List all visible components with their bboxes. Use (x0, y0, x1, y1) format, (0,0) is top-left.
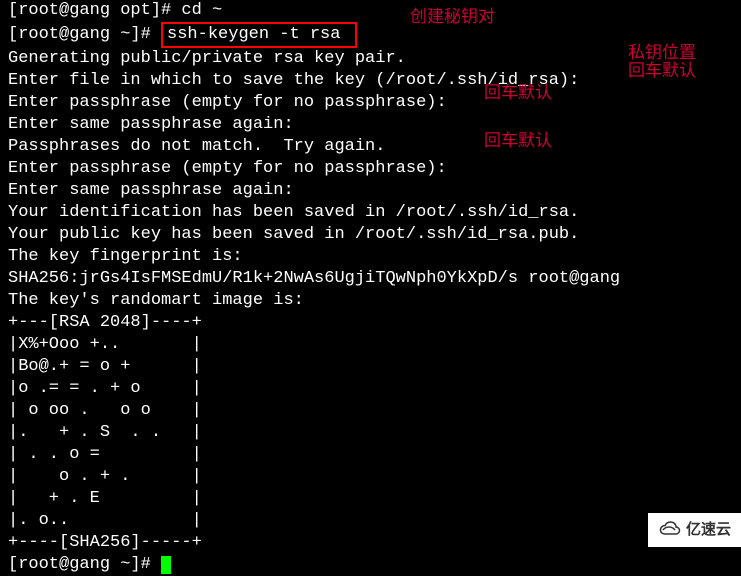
terminal-window[interactable]: [root@gang opt]# cd ~ [root@gang ~]# ssh… (0, 0, 741, 576)
output-line: Your public key has been saved in /root/… (8, 224, 733, 246)
annotation-enter-default: 回车默认 (484, 82, 552, 104)
output-line: Your identification has been saved in /r… (8, 202, 733, 224)
randomart-line: |. + . S . . | (8, 422, 733, 444)
output-line: Generating public/private rsa key pair. (8, 48, 733, 70)
prompt-text: [root@gang ~]# (8, 25, 161, 44)
output-line: Enter file in which to save the key (/ro… (8, 70, 733, 92)
output-line: Passphrases do not match. Try again. (8, 136, 733, 158)
cloud-icon (658, 520, 682, 540)
output-line: SHA256:jrGs4IsFMSEdmU/R1k+2NwAs6UgjiTQwN… (8, 268, 733, 290)
output-line: Enter same passphrase again: (8, 114, 733, 136)
output-line: The key's randomart image is: (8, 290, 733, 312)
randomart-line: +----[SHA256]-----+ (8, 532, 733, 554)
randomart-line: |Bo@.+ = o + | (8, 356, 733, 378)
watermark-text: 亿速云 (686, 519, 731, 541)
output-line: Enter passphrase (empty for no passphras… (8, 92, 733, 114)
randomart-line: | o . + . | (8, 466, 733, 488)
annotation-enter-default: 回车默认 (628, 60, 696, 82)
output-line: Enter same passphrase again: (8, 180, 733, 202)
randomart-line: +---[RSA 2048]----+ (8, 312, 733, 334)
annotation-create-keypair: 创建秘钥对 (410, 6, 495, 28)
randomart-line: | + . E | (8, 488, 733, 510)
output-line: The key fingerprint is: (8, 246, 733, 268)
terminal-command-line: [root@gang ~]# ssh-keygen -t rsa (8, 22, 733, 48)
randomart-line: |X%+Ooo +.. | (8, 334, 733, 356)
randomart-line: | o oo . o o | (8, 400, 733, 422)
prompt-text: [root@gang ~]# (8, 555, 161, 574)
cursor-icon (161, 556, 171, 574)
terminal-line: [root@gang opt]# cd ~ (8, 0, 733, 22)
randomart-line: |. o.. | (8, 510, 733, 532)
output-line: Enter passphrase (empty for no passphras… (8, 158, 733, 180)
terminal-prompt-line[interactable]: [root@gang ~]# (8, 554, 733, 576)
ssh-keygen-command: ssh-keygen -t rsa (161, 22, 357, 48)
annotation-enter-default: 回车默认 (484, 130, 552, 152)
watermark-badge: 亿速云 (648, 513, 741, 547)
randomart-line: |o .= = . + o | (8, 378, 733, 400)
randomart-line: | . . o = | (8, 444, 733, 466)
prev-command-text: [root@gang opt]# cd ~ (8, 1, 222, 20)
